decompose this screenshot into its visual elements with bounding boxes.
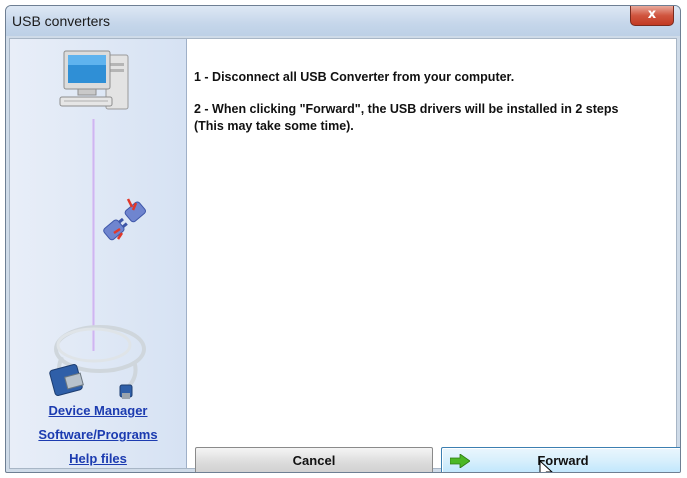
disconnected-plug-icon <box>103 198 146 241</box>
instruction-step-2-line-2: (This may take some time). <box>194 119 354 133</box>
instruction-step-1: 1 - Disconnect all USB Converter from yo… <box>194 70 515 84</box>
instruction-step-2-line-1: 2 - When clicking "Forward", the USB dri… <box>194 102 619 116</box>
software-programs-link[interactable]: Software/Programs <box>10 427 186 442</box>
dialog-client-area: Device Manager Software/Programs Help fi… <box>9 38 680 472</box>
computer-icon <box>59 50 129 110</box>
main-content: 1 - Disconnect all USB Converter from yo… <box>187 39 680 472</box>
forward-button[interactable]: Forward <box>441 447 680 472</box>
usb-serial-cable-icon <box>49 325 146 399</box>
sidebar-panel: Device Manager Software/Programs Help fi… <box>10 39 187 468</box>
usb-converters-window: USB converters x Device Manager Software… <box>5 5 681 473</box>
mouse-cursor-icon <box>539 460 553 472</box>
window-title: USB converters <box>12 13 111 29</box>
close-button[interactable]: x <box>630 6 674 26</box>
help-files-link[interactable]: Help files <box>10 451 186 466</box>
cancel-button[interactable]: Cancel <box>195 447 433 472</box>
device-manager-link[interactable]: Device Manager <box>10 403 186 418</box>
forward-arrow-icon <box>450 454 470 468</box>
title-bar[interactable]: USB converters x <box>6 6 680 36</box>
